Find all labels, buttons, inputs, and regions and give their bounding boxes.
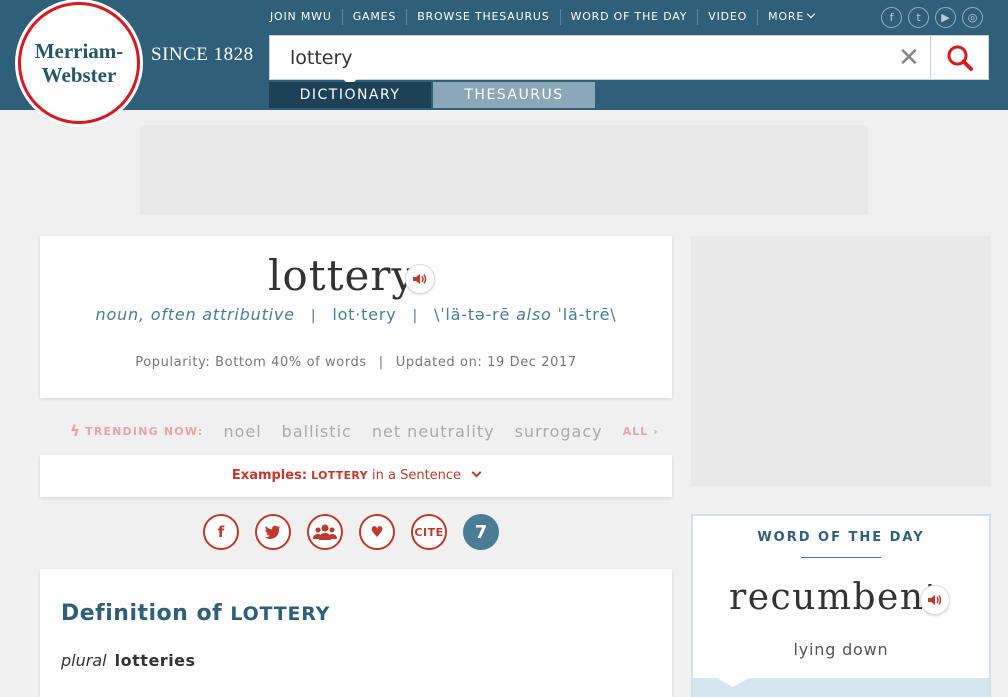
definition-title: Definition of LOTTERY xyxy=(61,601,330,626)
search-input[interactable] xyxy=(270,36,910,79)
twitter-share-icon[interactable] xyxy=(255,514,291,550)
plural-label: plural xyxy=(61,651,107,670)
examples-label: Examples: LOTTERY in a Sentence xyxy=(40,467,672,483)
syllables: lot·tery xyxy=(332,305,397,324)
search-box: ✕ xyxy=(269,35,989,80)
entry-attributes: noun, often attributive | lot·tery | \ˈlä-tə… xyxy=(40,305,672,324)
nav-more[interactable]: MORE xyxy=(757,9,824,25)
trending-all-label: ALL xyxy=(622,424,649,438)
plural-form: plural lotteries xyxy=(61,651,196,670)
side-ad-slot xyxy=(691,236,991,486)
merriam-webster-logo[interactable]: Merriam- Webster xyxy=(18,2,140,124)
wotd-notch xyxy=(717,678,749,687)
top-nav: JOIN MWU GAMES BROWSE THESAURUS WORD OF … xyxy=(260,9,824,25)
examples-toggle[interactable]: Examples: LOTTERY in a Sentence xyxy=(40,455,672,497)
top-ad-slot xyxy=(140,125,868,215)
definition-card: Definition of LOTTERY plural lotteries xyxy=(40,569,672,697)
divider xyxy=(801,557,881,558)
chevron-right-icon: › xyxy=(653,424,659,438)
speaker-icon xyxy=(928,595,942,605)
search-tabs: DICTIONARY THESAURUS xyxy=(269,82,595,108)
clear-icon[interactable]: ✕ xyxy=(898,44,920,72)
wotd-word[interactable]: recumbent xyxy=(729,577,941,618)
definition-headword: LOTTERY xyxy=(230,603,331,625)
trending-label: ϟ TRENDING NOW: xyxy=(70,422,203,440)
nav-browse-thesaurus[interactable]: BROWSE THESAURUS xyxy=(406,9,559,25)
wotd-label: WORD OF THE DAY xyxy=(757,530,925,545)
time-traveler-icon[interactable]: 7 xyxy=(463,514,499,550)
speaker-icon xyxy=(413,274,427,284)
popularity: Popularity: Bottom 40% of words xyxy=(135,355,367,370)
chevron-down-icon xyxy=(806,9,816,19)
trending-all-link[interactable]: ALL › xyxy=(623,425,659,438)
share-bar: f ♥ CITE 7 xyxy=(203,514,499,550)
trending-label-text: TRENDING NOW: xyxy=(85,424,204,438)
logo-line-1: Merriam- xyxy=(34,39,124,63)
since-1828: SINCE 1828 xyxy=(151,44,254,65)
nav-video[interactable]: VIDEO xyxy=(697,9,757,25)
trending-word[interactable]: noel xyxy=(223,422,261,441)
examples-suffix: in a Sentence xyxy=(372,468,462,483)
chevron-down-icon xyxy=(471,467,482,478)
divider: | xyxy=(310,308,317,324)
nav-more-label: MORE xyxy=(768,10,805,23)
divider: | xyxy=(378,355,384,370)
search-button[interactable] xyxy=(930,36,988,79)
site-header: Merriam- Webster SINCE 1828 JOIN MWU GAM… xyxy=(0,0,1008,124)
word-of-the-day-widget[interactable]: WORD OF THE DAY recumbent lying down xyxy=(691,514,991,697)
tab-thesaurus[interactable]: THESAURUS xyxy=(433,82,595,108)
logo-line-2: Webster xyxy=(41,63,117,87)
trending-word[interactable]: net neutrality xyxy=(372,422,495,441)
lightning-icon: ϟ xyxy=(70,422,82,440)
pronunciation-also: also xyxy=(516,305,552,324)
nav-word-of-the-day[interactable]: WORD OF THE DAY xyxy=(559,9,698,25)
search-icon xyxy=(947,45,973,71)
pronunciation-1[interactable]: \ˈlä-tə-rē xyxy=(434,305,510,324)
instagram-icon[interactable]: ◎ xyxy=(962,7,983,28)
examples-word: LOTTERY xyxy=(311,469,368,482)
trending-word[interactable]: ballistic xyxy=(282,422,352,441)
social-links: f t ▶ ◎ xyxy=(881,7,983,28)
headword: lottery xyxy=(268,251,417,300)
function-label[interactable]: noun, often attributive xyxy=(96,305,295,324)
wotd-definition: lying down xyxy=(793,640,889,659)
trending-now: ϟ TRENDING NOW: noel ballistic net neutra… xyxy=(70,418,659,444)
thesaurus-share-icon[interactable] xyxy=(307,514,343,550)
cite-button[interactable]: CITE xyxy=(411,514,447,550)
divider: | xyxy=(412,308,419,324)
wotd-audio-button[interactable] xyxy=(920,585,950,615)
entry-meta: Popularity: Bottom 40% of words | Updated … xyxy=(40,355,672,370)
examples-prefix: Examples: xyxy=(231,468,308,483)
youtube-icon[interactable]: ▶ xyxy=(935,7,956,28)
nav-games[interactable]: GAMES xyxy=(341,9,406,25)
plural-word: lotteries xyxy=(114,651,196,670)
trending-word[interactable]: surrogacy xyxy=(515,422,603,441)
pronunciation-2[interactable]: ˈlä-trē\ xyxy=(558,305,617,324)
heart-icon[interactable]: ♥ xyxy=(359,514,395,550)
nav-join-mwu[interactable]: JOIN MWU xyxy=(260,9,342,25)
twitter-icon[interactable]: t xyxy=(908,7,929,28)
updated-date: Updated on: 19 Dec 2017 xyxy=(395,355,577,370)
facebook-share-icon[interactable]: f xyxy=(203,514,239,550)
tab-dictionary[interactable]: DICTIONARY xyxy=(269,82,431,108)
definition-title-text: Definition of xyxy=(61,601,223,626)
facebook-icon[interactable]: f xyxy=(881,7,902,28)
headword-audio-button[interactable] xyxy=(405,264,435,294)
